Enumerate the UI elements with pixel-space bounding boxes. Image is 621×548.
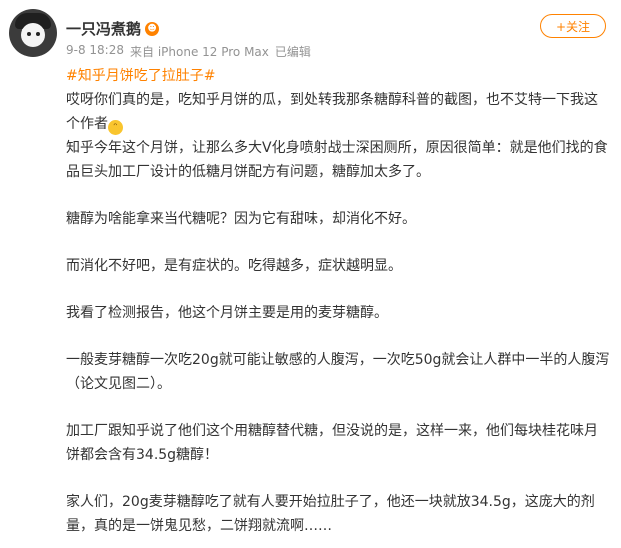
username[interactable]: 一只冯煮鹅 [66,18,141,39]
post-source: 来自 iPhone 12 Pro Max [130,45,269,59]
post-paragraph: 加工厂跟知乎说了他们这个用糖醇替代糖，但没说的是，这样一来，他们每块桂花味月饼都… [66,423,598,463]
post-paragraph: 哎呀你们真的是，吃知乎月饼的瓜，到处转我那条糖醇科普的截图，也不艾特一下我这个作… [66,88,611,136]
hashtag-link[interactable]: #知乎月饼吃了拉肚子# [66,64,611,88]
membership-badge-icon: ☻ [145,21,160,36]
avatar-eye-right [36,32,40,36]
post-edited-flag[interactable]: 已编辑 [275,43,311,60]
post-timestamp[interactable]: 9-8 18:28 [66,43,124,60]
avatar-eye-left [27,32,31,36]
grinning-sweat-emoji-icon: ᵔ [108,120,123,135]
post-content: #知乎月饼吃了拉肚子# 哎呀你们真的是，吃知乎月饼的瓜，到处转我那条糖醇科普的截… [66,64,611,538]
user-name-row: 一只冯煮鹅 ☻ [66,18,160,39]
avatar-face [21,23,45,47]
post-paragraph: 而消化不好吧，是有症状的。吃得越多，症状越明显。 [66,258,402,274]
post-paragraph: 我看了检测报告，他这个月饼主要是用的麦芽糖醇。 [66,305,388,321]
paragraph-text: 哎呀你们真的是，吃知乎月饼的瓜，到处转我那条糖醇科普的截图，也不艾特一下我这个作… [66,92,598,132]
post-paragraph: 知乎今年这个月饼，让那么多大V化身喷射战士深困厕所，原因很简单：就是他们找的食品… [66,140,608,180]
follow-button[interactable]: +关注 [540,14,606,38]
avatar[interactable] [9,9,57,57]
post-paragraph: 一般麦芽糖醇一次吃20g就可能让敏感的人腹泻，一次吃50g就会让人群中一半的人腹… [66,352,610,392]
post-meta: 9-8 18:28 来自 iPhone 12 Pro Max 已编辑 [66,43,311,60]
follow-button-label: +关注 [555,19,591,34]
hashtag-text: #知乎月饼吃了拉肚子# [66,68,216,84]
post-paragraph: 家人们，20g麦芽糖醇吃了就有人要开始拉肚子了，他还一块就放34.5g，这庞大的… [66,494,595,534]
post-paragraph: 糖醇为啥能拿来当代糖呢？因为它有甜味，却消化不好。 [66,211,416,227]
